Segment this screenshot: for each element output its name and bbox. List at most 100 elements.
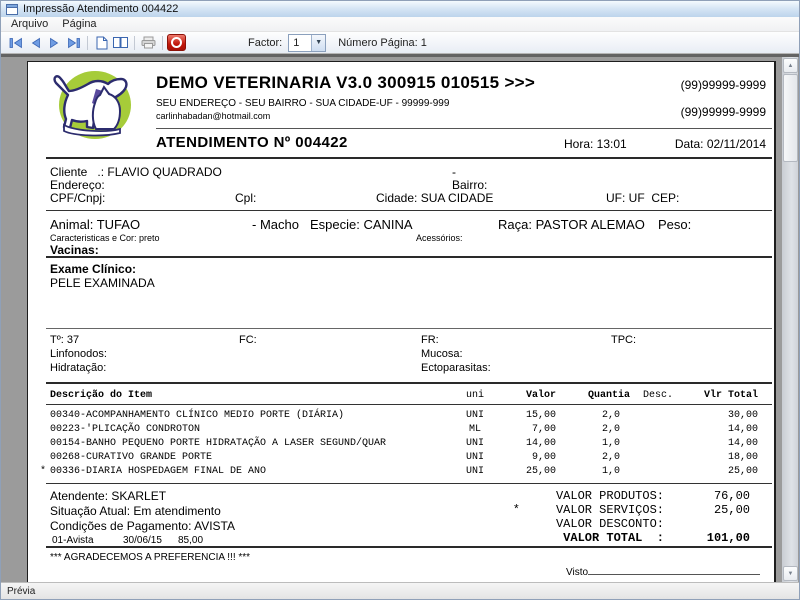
- page-number-label: Número Página: 1: [338, 36, 427, 49]
- row-desc: 00223-'PLICAÇÃO CONDROTON: [50, 424, 201, 435]
- last-page-button[interactable]: [64, 34, 83, 51]
- total-label: VALOR SERVIÇOS:: [555, 503, 664, 517]
- visto-label: Visto: [566, 567, 589, 578]
- title-bar: Impressão Atendimento 004422: [1, 1, 799, 17]
- animal-acessorios: Acessórios:: [416, 233, 463, 243]
- row-uni: ML: [468, 424, 481, 435]
- row-desc: 00340-ACOMPANHAMENTO CLÍNICO MEDIO PORTE…: [50, 410, 345, 421]
- animal-raca: Raça: PASTOR ALEMAO: [498, 217, 645, 232]
- cpf-label: CPF/Cnpj:: [50, 191, 106, 205]
- printer-icon: [141, 36, 156, 49]
- print-button[interactable]: [139, 34, 158, 51]
- bairro-label: Bairro:: [452, 178, 488, 192]
- row-total: 14,00: [727, 438, 758, 449]
- company-email: carlinhabadan@hotmail.com: [156, 111, 271, 121]
- row-valor: 7,00: [531, 424, 556, 435]
- vital-hidratacao: Hidratação:: [50, 362, 107, 374]
- row-desc: 00336-DIARIA HOSPEDAGEM FINAL DE ANO: [50, 466, 267, 477]
- condicoes-value: Condições de Pagamento: AVISTA: [50, 519, 235, 533]
- row-uni: UNI: [465, 410, 484, 421]
- vital-tpc: TPC:: [611, 334, 637, 346]
- total-label: VALOR PRODUTOS:: [555, 489, 664, 503]
- zoom-factor-value: 1: [293, 36, 300, 49]
- row-valor: 25,00: [525, 466, 556, 477]
- first-page-icon: [9, 37, 22, 48]
- col-header-valor: Valor: [525, 390, 556, 401]
- row-desc: 00268-CURATIVO GRANDE PORTE: [50, 452, 213, 463]
- vital-fr: FR:: [421, 334, 439, 346]
- menu-bar: Arquivo Página: [1, 17, 799, 32]
- power-icon: [171, 37, 182, 48]
- next-page-button[interactable]: [45, 34, 64, 51]
- zoom-factor-dropdown[interactable]: 1 ▼: [288, 33, 327, 52]
- phone-1: (99)99999-9999: [680, 78, 766, 92]
- menu-pagina[interactable]: Página: [55, 18, 103, 30]
- row-valor: 15,00: [525, 410, 556, 421]
- cpl-label: Cpl:: [235, 191, 257, 205]
- first-page-button[interactable]: [7, 34, 26, 51]
- toolbar-separator: [87, 35, 88, 50]
- chevron-down-icon[interactable]: ▼: [311, 34, 326, 51]
- company-name: DEMO VETERINARIA V3.0 300915 010515 >>>: [156, 73, 536, 92]
- scroll-down-button[interactable]: ▼: [783, 566, 798, 581]
- row-total: 25,00: [727, 466, 758, 477]
- animal-especie: Especie: CANINA: [310, 217, 413, 232]
- window-title: Impressão Atendimento 004422: [23, 3, 179, 15]
- clinic-logo: [53, 71, 131, 139]
- cidade-value: Cidade: SUA CIDADE: [376, 191, 494, 205]
- last-page-icon: [68, 37, 80, 48]
- factor-label: Factor:: [248, 36, 283, 49]
- col-header-uni: uni: [465, 390, 484, 401]
- vital-linfonodos: Linfonodos:: [50, 348, 107, 360]
- row-quantia: 2,0: [601, 410, 620, 421]
- row-valor: 9,00: [531, 452, 556, 463]
- vital-ectoparasitas: Ectoparasitas:: [421, 362, 491, 374]
- toolbar: Factor: 1 ▼ Número Página: 1: [1, 32, 799, 54]
- close-preview-button[interactable]: [167, 34, 186, 51]
- single-page-icon: [96, 36, 107, 49]
- total-value: 25,00: [713, 503, 750, 517]
- row-uni: UNI: [465, 452, 484, 463]
- preview-area: DEMO VETERINARIA V3.0 300915 010515 >>> …: [1, 54, 799, 582]
- col-header-vlr-total: Vlr Total: [703, 390, 758, 401]
- previous-page-button[interactable]: [26, 34, 45, 51]
- single-page-view-button[interactable]: [92, 34, 111, 51]
- row-uni: UNI: [465, 438, 484, 449]
- cliente-row: Cliente .: FLAVIO QUADRADO: [50, 165, 222, 179]
- two-page-icon: [113, 37, 128, 48]
- document-page: DEMO VETERINARIA V3.0 300915 010515 >>> …: [27, 61, 776, 582]
- exame-clinico-title: Exame Clínico:: [50, 262, 137, 276]
- status-text: Prévia: [7, 585, 36, 597]
- atendente-value: Atendente: SKARLET: [50, 489, 167, 503]
- animal-name: Animal: TUFAO: [50, 217, 141, 232]
- row-quantia: 1,0: [601, 438, 620, 449]
- company-address: SEU ENDEREÇO - SEU BAIRRO - SUA CIDADE-U…: [156, 98, 450, 109]
- agradecimento-text: *** AGRADECEMOS A PREFERENCIA !!! ***: [50, 552, 251, 563]
- situacao-value: Situação Atual: Em atendimento: [50, 504, 221, 518]
- pagamento-valor: 85,00: [178, 535, 204, 546]
- animal-caracteristicas: Caracteristicas e Cor: preto: [50, 233, 160, 243]
- animal-sexo: - Macho: [252, 217, 299, 232]
- scroll-up-button[interactable]: ▲: [783, 58, 798, 73]
- vital-fc: FC:: [239, 334, 257, 346]
- col-header-descricao: Descrição do Item: [50, 390, 153, 401]
- data-label: Data: 02/11/2014: [674, 137, 766, 151]
- vertical-scrollbar[interactable]: ▲ ▼: [782, 57, 798, 582]
- phone-2: (99)99999-9999: [680, 105, 766, 119]
- atendimento-number: ATENDIMENTO Nº 004422: [156, 134, 348, 151]
- hora-label: Hora: 13:01: [564, 137, 627, 151]
- animal-peso: Peso:: [658, 217, 692, 232]
- row-quantia: 1,0: [601, 466, 620, 477]
- toolbar-separator: [134, 35, 135, 50]
- status-bar: Prévia: [1, 582, 799, 599]
- row-total: 18,00: [727, 452, 758, 463]
- cliente-label: Cliente .:: [50, 165, 108, 179]
- row-desc: 00154-BANHO PEQUENO PORTE HIDRATAÇÃO A L…: [50, 438, 387, 449]
- menu-arquivo[interactable]: Arquivo: [4, 18, 55, 30]
- two-page-view-button[interactable]: [111, 34, 130, 51]
- next-page-icon: [50, 37, 59, 48]
- scrollbar-thumb[interactable]: [783, 74, 798, 162]
- endereco-label: Endereço:: [50, 178, 105, 192]
- window-icon: [6, 3, 18, 15]
- visto-signature-line: [588, 564, 761, 575]
